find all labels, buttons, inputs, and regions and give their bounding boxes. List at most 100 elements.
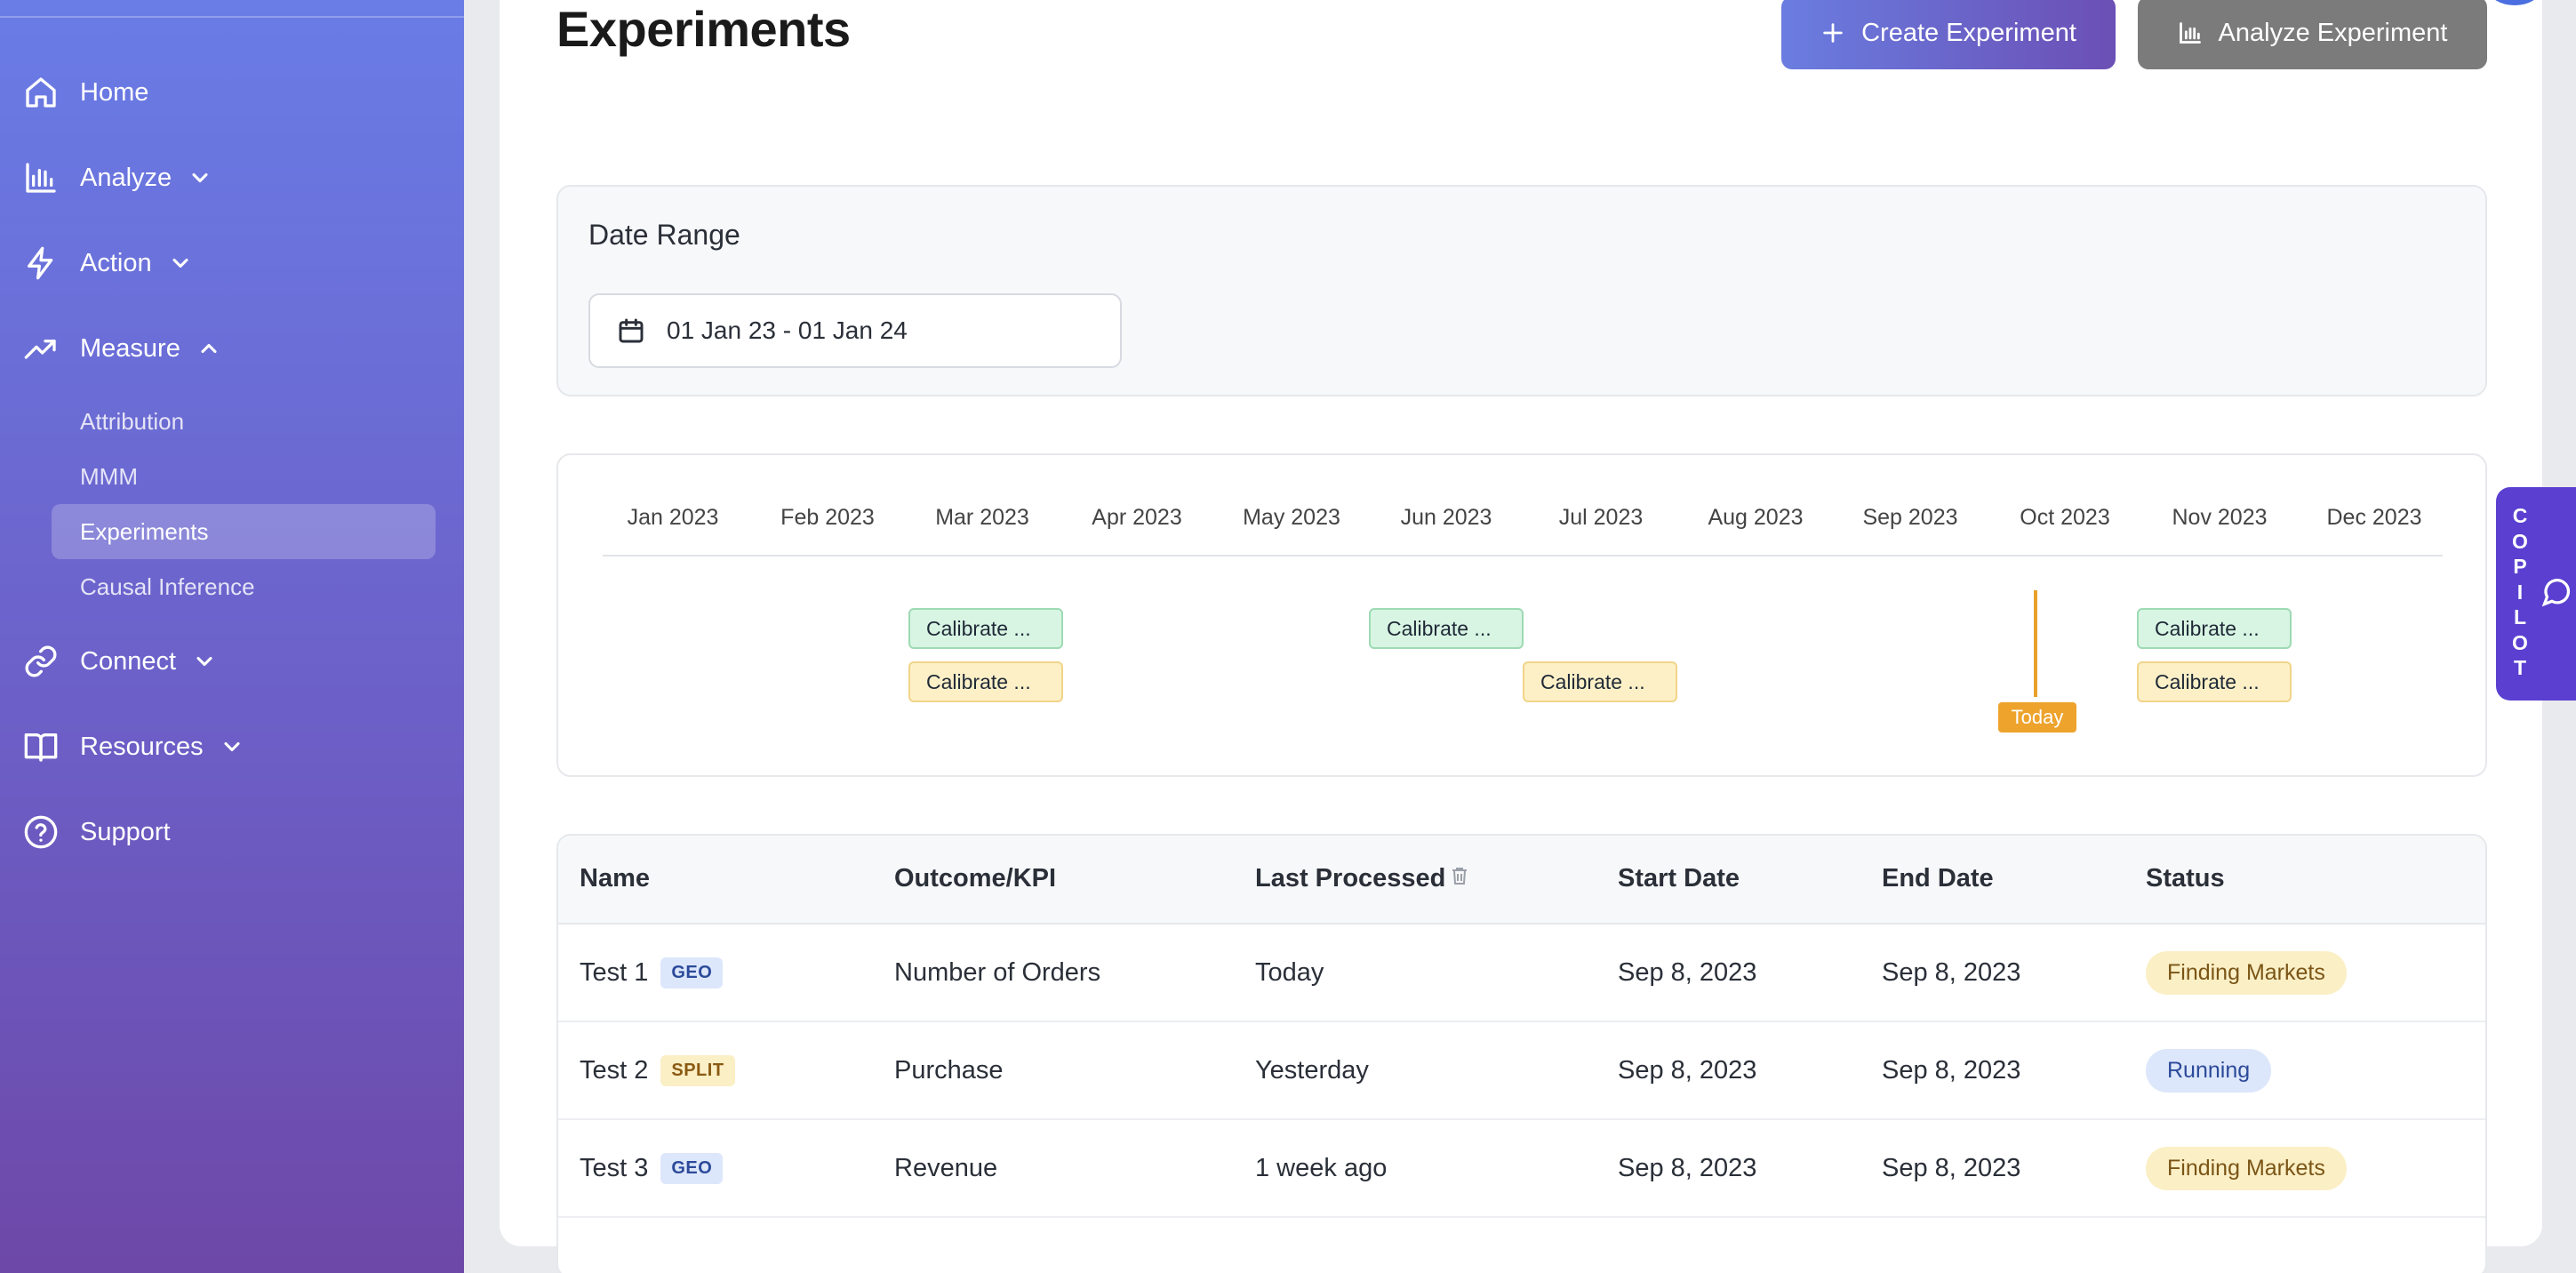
timeline-month: May 2023 bbox=[1243, 505, 1340, 530]
type-tag: GEO bbox=[660, 957, 724, 989]
copilot-letter: O bbox=[2512, 529, 2528, 553]
end-date-cell: Sep 8, 2023 bbox=[1882, 957, 2021, 987]
timeline-bar[interactable]: Calibrate ... bbox=[1369, 608, 1524, 649]
column-header-start-date[interactable]: Start Date bbox=[1618, 864, 1740, 893]
chevron-down-icon bbox=[220, 734, 244, 759]
copilot-letter: I bbox=[2516, 580, 2524, 604]
copilot-label: COPILOT bbox=[2503, 503, 2537, 681]
sidebar-item-label: Analyze bbox=[80, 163, 172, 192]
kpi-cell: Number of Orders bbox=[894, 957, 1101, 987]
start-date-cell: Sep 8, 2023 bbox=[1618, 1153, 1757, 1182]
sidebar-item-label: Support bbox=[80, 817, 171, 846]
create-experiment-button[interactable]: Create Experiment bbox=[1781, 0, 2116, 69]
kpi-cell: Purchase bbox=[894, 1055, 1004, 1085]
analyze-experiment-button[interactable]: Analyze Experiment bbox=[2138, 0, 2487, 69]
link-icon bbox=[21, 642, 60, 681]
column-header-status[interactable]: Status bbox=[2146, 864, 2225, 893]
help-circle-icon bbox=[21, 813, 60, 852]
page-title: Experiments bbox=[556, 1, 851, 57]
sidebar-item-label: Measure bbox=[80, 333, 180, 363]
sidebar: Home Analyze Action Measure Attribution … bbox=[0, 0, 464, 1273]
column-header-last-processed[interactable]: Last Processed bbox=[1255, 864, 1470, 893]
kpi-cell: Revenue bbox=[894, 1153, 998, 1182]
experiment-timeline: Jan 2023 Feb 2023 Mar 2023 Apr 2023 May … bbox=[556, 453, 2487, 777]
chat-bubble-icon bbox=[2541, 579, 2571, 607]
status-cell: Finding Markets bbox=[2146, 1120, 2347, 1216]
timeline-bar[interactable]: Calibrate ... bbox=[2137, 661, 2292, 702]
timeline-month: Oct 2023 bbox=[2020, 505, 2110, 530]
date-range-picker[interactable]: 01 Jan 23 - 01 Jan 24 bbox=[588, 293, 1122, 368]
timeline-bar[interactable]: Calibrate ... bbox=[2137, 608, 2292, 649]
bar-chart-icon bbox=[2179, 22, 2201, 44]
table-header: Name Outcome/KPI Last Processed Start Da… bbox=[558, 836, 2485, 925]
trending-up-icon bbox=[21, 329, 60, 368]
lightning-icon bbox=[21, 244, 60, 283]
sidebar-item-measure[interactable]: Measure bbox=[21, 322, 221, 375]
table-row[interactable]: Test 3 GEO Revenue 1 week ago Sep 8, 202… bbox=[558, 1120, 2485, 1218]
sidebar-item-connect[interactable]: Connect bbox=[21, 635, 217, 688]
copilot-tab[interactable]: COPILOT bbox=[2496, 487, 2576, 701]
home-icon bbox=[21, 73, 60, 112]
status-badge: Finding Markets bbox=[2146, 1146, 2347, 1190]
experiment-name[interactable]: Test 2 bbox=[580, 1056, 648, 1085]
timeline-bar[interactable]: Calibrate ... bbox=[908, 608, 1063, 649]
sidebar-subitem-mmm[interactable]: MMM bbox=[52, 449, 436, 504]
status-badge: Running bbox=[2146, 1048, 2272, 1093]
sidebar-item-label: Action bbox=[80, 248, 152, 277]
timeline-bar[interactable]: Calibrate ... bbox=[1523, 661, 1677, 702]
start-date-cell: Sep 8, 2023 bbox=[1618, 957, 1757, 987]
date-range-panel: Date Range 01 Jan 23 - 01 Jan 24 bbox=[556, 185, 2487, 396]
date-range-title: Date Range bbox=[588, 219, 740, 251]
experiments-table: Name Outcome/KPI Last Processed Start Da… bbox=[556, 834, 2487, 1273]
analyze-experiment-label: Analyze Experiment bbox=[2218, 18, 2448, 47]
bar-chart-icon bbox=[21, 158, 60, 197]
column-header-name[interactable]: Name bbox=[580, 864, 650, 893]
start-date-cell: Sep 8, 2023 bbox=[1618, 1055, 1757, 1085]
chevron-down-icon bbox=[192, 649, 217, 674]
table-row[interactable]: Test 2 SPLIT Purchase Yesterday Sep 8, 2… bbox=[558, 1022, 2485, 1120]
copilot-letter: T bbox=[2513, 656, 2527, 679]
last-processed-cell: 1 week ago bbox=[1255, 1153, 1388, 1182]
timeline-month: Dec 2023 bbox=[2326, 505, 2422, 530]
book-icon bbox=[21, 727, 60, 766]
copilot-letter: P bbox=[2513, 555, 2527, 578]
experiment-name[interactable]: Test 3 bbox=[580, 1154, 648, 1183]
last-processed-cell: Yesterday bbox=[1255, 1055, 1369, 1085]
status-badge: Finding Markets bbox=[2146, 950, 2347, 995]
sidebar-item-label: Resources bbox=[80, 732, 204, 761]
sidebar-item-resources[interactable]: Resources bbox=[21, 720, 244, 773]
timeline-axis bbox=[603, 555, 2443, 556]
sidebar-item-action[interactable]: Action bbox=[21, 236, 193, 290]
status-cell: Finding Markets bbox=[2146, 925, 2347, 1021]
today-marker bbox=[2034, 590, 2037, 697]
type-tag: SPLIT bbox=[660, 1054, 735, 1086]
trash-icon[interactable] bbox=[1449, 864, 1470, 887]
timeline-month: Nov 2023 bbox=[2172, 505, 2268, 530]
sidebar-subitem-attribution[interactable]: Attribution bbox=[52, 394, 436, 449]
sidebar-item-label: Home bbox=[80, 77, 149, 107]
sidebar-item-home[interactable]: Home bbox=[21, 66, 148, 119]
timeline-month: Sep 2023 bbox=[1862, 505, 1958, 530]
type-tag: GEO bbox=[660, 1152, 724, 1184]
sidebar-item-support[interactable]: Support bbox=[21, 805, 171, 859]
end-date-cell: Sep 8, 2023 bbox=[1882, 1055, 2021, 1085]
last-processed-cell: Today bbox=[1255, 957, 1324, 987]
table-row[interactable]: Test 1 GEO Number of Orders Today Sep 8,… bbox=[558, 925, 2485, 1022]
experiment-name[interactable]: Test 1 bbox=[580, 958, 648, 988]
column-header-outcome[interactable]: Outcome/KPI bbox=[894, 864, 1056, 893]
date-range-value: 01 Jan 23 - 01 Jan 24 bbox=[667, 316, 908, 344]
experiment-name-cell: Test 1 GEO bbox=[580, 925, 724, 1021]
end-date-cell: Sep 8, 2023 bbox=[1882, 1153, 2021, 1182]
sidebar-item-analyze[interactable]: Analyze bbox=[21, 151, 212, 204]
create-experiment-label: Create Experiment bbox=[1861, 18, 2076, 47]
copilot-letter: O bbox=[2512, 630, 2528, 654]
sidebar-subitem-causal-inference[interactable]: Causal Inference bbox=[52, 559, 436, 614]
column-header-end-date[interactable]: End Date bbox=[1882, 864, 1994, 893]
copilot-letter: L bbox=[2513, 605, 2527, 628]
calendar-icon bbox=[619, 318, 644, 343]
timeline-month: Jan 2023 bbox=[627, 505, 719, 530]
timeline-month: Feb 2023 bbox=[780, 505, 875, 530]
chevron-down-icon bbox=[168, 251, 193, 276]
sidebar-subitem-experiments[interactable]: Experiments bbox=[52, 504, 436, 559]
timeline-bar[interactable]: Calibrate ... bbox=[908, 661, 1063, 702]
